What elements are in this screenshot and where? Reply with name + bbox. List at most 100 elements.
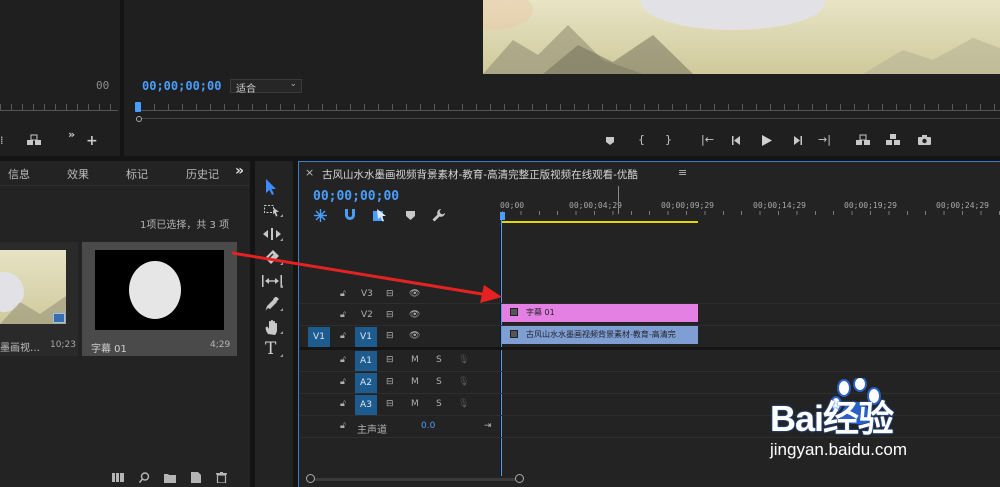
ruler-label: 00;00;19;29 [844,201,897,210]
tab-info[interactable]: 信息 [8,166,30,182]
tab-history[interactable]: 历史记 [186,166,219,182]
tabs-overflow-icon[interactable]: » [235,163,244,179]
lock-icon[interactable]: 🔓︎ [340,399,346,409]
sync-lock-icon[interactable]: ⊟ [386,331,394,341]
step-forward-icon[interactable] [792,136,802,145]
track-name[interactable]: A3 [355,395,377,415]
ruler-label: 00;00;24;29 [936,201,989,210]
track-select-tool-icon[interactable] [264,205,280,217]
extract-icon[interactable] [885,134,901,146]
sync-lock-icon[interactable]: ⊟ [386,310,394,320]
eye-icon[interactable]: 👁︎ [409,331,420,341]
add-icon[interactable]: + [86,134,98,148]
list-item[interactable]: 字幕 01 4;29 [82,242,237,356]
panel-menu-icon[interactable]: ≡ [678,166,687,179]
track-header-a1[interactable]: 🔓︎ A1 ⊟ M S 🎙︎ [300,350,500,372]
out-point-icon[interactable]: } [665,133,672,147]
lift-icon[interactable] [26,134,42,146]
mute-button[interactable]: M [411,399,419,409]
scroll-handle-right[interactable] [515,474,524,483]
source-target-v1[interactable]: V1 [308,327,330,347]
microphone-icon[interactable]: 🎙︎ [458,399,469,409]
sync-lock-icon[interactable]: ⊟ [386,377,394,387]
list-view-icon[interactable] [112,473,124,482]
track-header-v1[interactable]: V1 🔓︎ V1 ⊟ 👁︎ [300,326,500,348]
master-volume[interactable]: 0.0 [421,421,435,431]
track-name[interactable]: A2 [355,373,377,393]
track-header-a3[interactable]: 🔓︎ A3 ⊟ M S 🎙︎ [300,394,500,416]
eye-icon[interactable]: 👁︎ [409,310,420,320]
program-scrub-bar[interactable] [140,110,1000,111]
lock-icon[interactable]: 🔓︎ [340,421,346,431]
tabs-underline [0,185,250,186]
trash-icon[interactable] [216,472,227,483]
hand-tool-icon[interactable] [265,320,279,335]
source-timecode: 00 [96,79,110,92]
track-name[interactable]: A1 [355,351,377,371]
marker-icon[interactable] [605,136,615,146]
timeline-timecode[interactable]: 00;00;00;00 [313,189,399,204]
add-marker-icon[interactable] [406,211,415,220]
zoom-select-value: 适合 [236,84,256,95]
chevron-more-icon[interactable]: » [68,128,75,142]
ruler-label: 00;00;09;29 [661,201,714,210]
export-frame-icon[interactable] [918,135,931,145]
selection-tool-icon[interactable] [265,179,277,195]
timeline-scrollbar[interactable] [306,474,1000,484]
program-timecode[interactable]: 00;00;00;00 [142,79,221,93]
lock-icon[interactable]: 🔓︎ [340,377,346,387]
sync-lock-icon[interactable]: ⊟ [386,399,394,409]
work-area-bar[interactable] [502,221,698,223]
sequence-tab-title[interactable]: 古风山水水墨画视频背景素材-教育-高清完整正版视频在线观看-优酷 [322,167,638,182]
microphone-icon[interactable]: 🎙︎ [458,377,469,387]
track-header-master[interactable]: 🔓︎ 主声道 0.0 ⇥ [300,416,500,438]
scroll-handle-left[interactable] [306,474,315,483]
sync-lock-icon[interactable]: ⊟ [386,355,394,365]
nest-icon[interactable] [314,209,327,222]
track-name[interactable]: V2 [361,310,373,320]
track-header-a2[interactable]: 🔓︎ A2 ⊟ M S 🎙︎ [300,372,500,394]
type-tool-icon[interactable]: T [265,340,276,358]
lock-icon[interactable]: 🔓︎ [340,331,346,341]
source-step-icon[interactable]: ⁞ [0,134,4,148]
lock-icon[interactable]: 🔓︎ [340,355,346,365]
close-icon[interactable]: × [305,166,314,179]
search-icon[interactable] [139,472,150,483]
tab-effects[interactable]: 效果 [67,166,89,182]
source-scrub-bar[interactable] [0,110,118,111]
lift-icon[interactable] [855,134,871,146]
item-name: 字幕 01 [91,344,127,355]
go-to-end-icon[interactable]: ⇥ [484,421,492,431]
item-duration: 10;23 [50,340,76,350]
lock-icon[interactable]: 🔓︎ [340,310,346,320]
solo-button[interactable]: S [436,377,442,387]
title-clip[interactable]: 字幕 01 [502,304,698,322]
mute-button[interactable]: M [411,377,419,387]
microphone-icon[interactable]: 🎙︎ [458,355,469,365]
folder-icon[interactable] [164,473,176,483]
video-clip[interactable]: 古风山水水墨画视频背景素材-教育-高清完 [502,326,698,344]
in-point-icon[interactable]: { [638,133,645,147]
go-to-out-icon[interactable]: →| [818,133,831,147]
tool-flyout-icon [280,308,283,311]
track-header-v2[interactable]: 🔓︎ V2 ⊟ 👁︎ [300,305,500,327]
solo-button[interactable]: S [436,355,442,365]
program-zoom-scroll[interactable] [136,116,1000,122]
ripple-edit-tool-icon[interactable] [263,228,281,240]
linked-selection-icon[interactable] [373,209,387,222]
tab-markers[interactable]: 标记 [126,166,148,182]
ruler-label: 00;00;14;29 [753,201,806,210]
go-to-in-icon[interactable]: |← [701,133,714,147]
list-item[interactable]: 墨画视… 10;23 [0,242,78,356]
wrench-icon[interactable] [432,209,445,222]
snap-icon[interactable] [344,209,356,222]
play-icon[interactable] [762,135,772,146]
mute-button[interactable]: M [411,355,419,365]
track-name[interactable]: V1 [355,327,377,347]
solo-button[interactable]: S [436,399,442,409]
program-playhead[interactable] [135,102,141,112]
timeline-playhead-head[interactable] [500,212,505,220]
new-item-icon[interactable] [191,472,201,483]
step-back-icon[interactable] [732,136,742,145]
zoom-select[interactable]: 适合 ⌄ [230,79,302,95]
